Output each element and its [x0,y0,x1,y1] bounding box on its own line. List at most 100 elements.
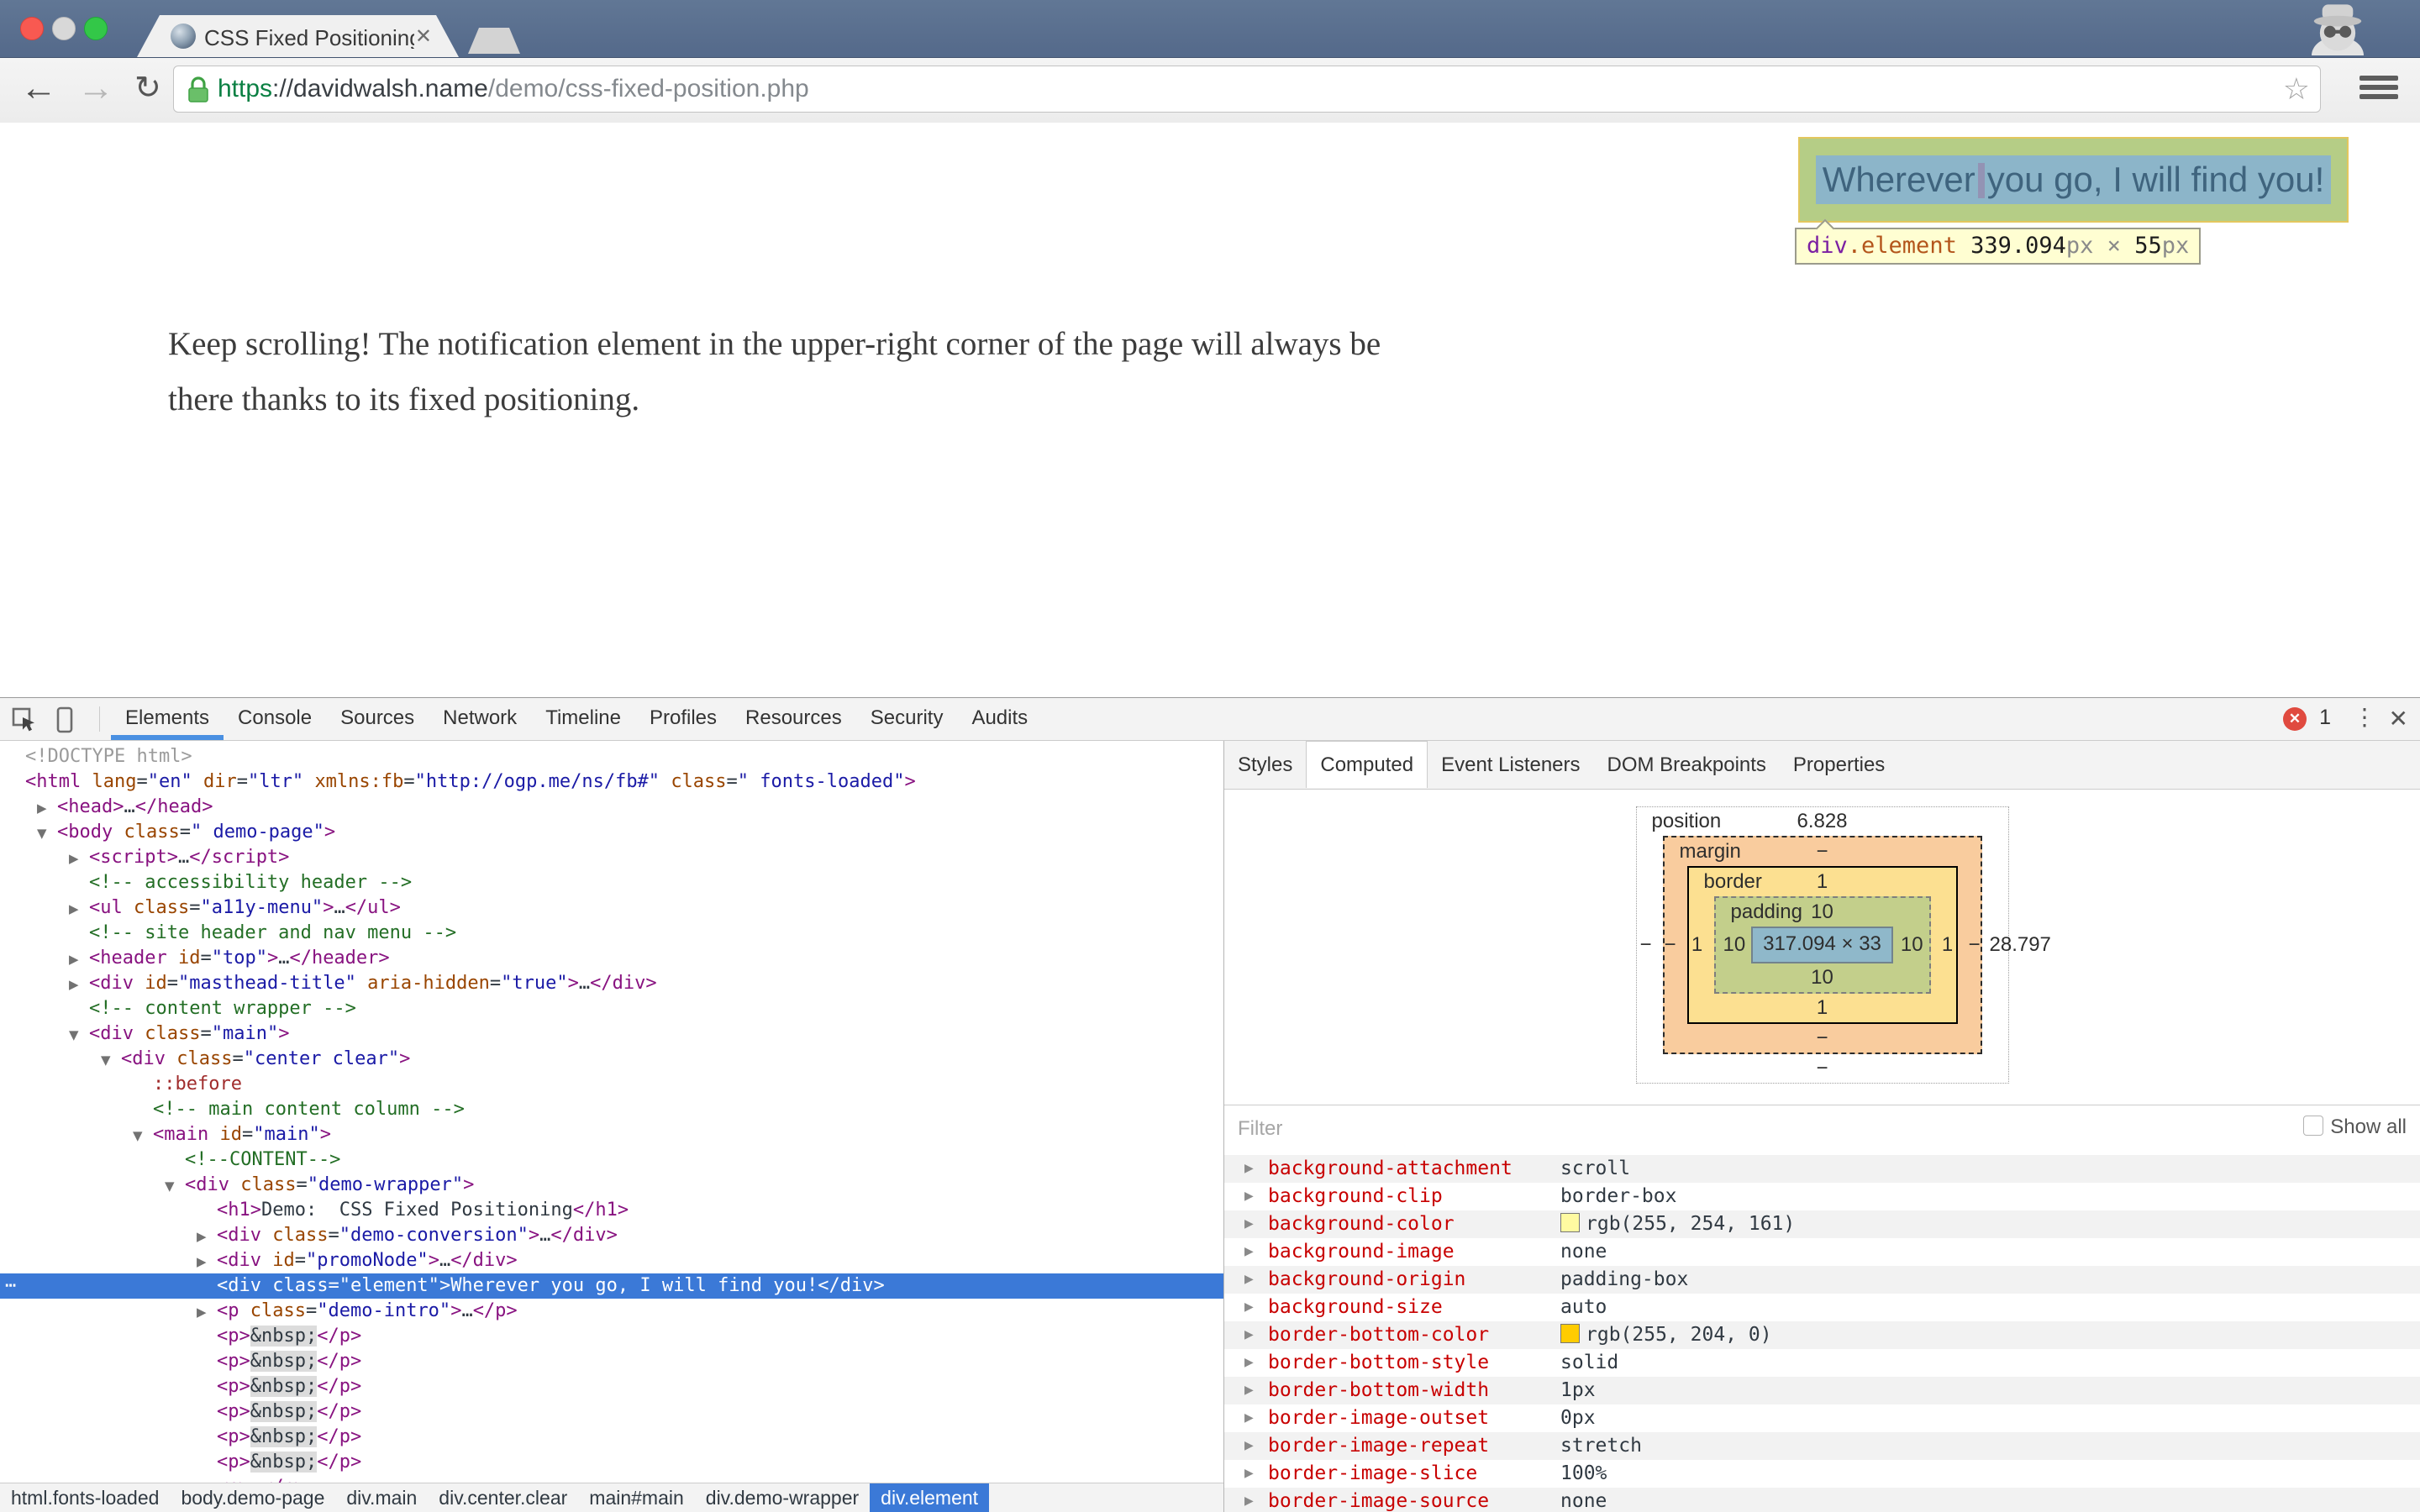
devtools-tab-profiles[interactable]: Profiles [635,698,731,735]
forward-button[interactable]: → [77,65,114,112]
breadcrumb-item[interactable]: div.main [335,1483,428,1512]
expand-arrow-icon[interactable]: ▶ [1244,1183,1254,1210]
computed-property-row[interactable]: ▶background-attachmentscroll [1224,1155,2420,1183]
computed-property-row[interactable]: ▶background-clipborder-box [1224,1183,2420,1210]
box-model-content[interactable]: 317.094 × 33 [1751,927,1893,963]
expand-arrow-icon[interactable]: ▶ [66,947,89,972]
computed-property-row[interactable]: ▶border-image-sourcenone [1224,1488,2420,1512]
tree-row[interactable]: <!DOCTYPE html> [0,744,1223,769]
expand-arrow-icon[interactable]: ▶ [193,1249,217,1274]
expand-arrow-icon[interactable]: ▶ [1244,1321,1254,1349]
devtools-tab-timeline[interactable]: Timeline [531,698,635,735]
tree-row[interactable]: ▼<div class="center clear"> [0,1047,1223,1072]
tree-row[interactable]: <!-- site header and nav menu --> [0,921,1223,946]
tree-row[interactable]: ▶<head>…</head> [0,795,1223,820]
tree-row[interactable]: ▼<body class=" demo-page"> [0,820,1223,845]
devtools-tab-security[interactable]: Security [856,698,958,735]
tree-row[interactable]: <!-- main content column --> [0,1097,1223,1122]
sidebar-tab-dom-breakpoints[interactable]: DOM Breakpoints [1594,742,1780,789]
breadcrumb-item[interactable]: main#main [578,1483,695,1512]
tree-row[interactable]: <p>&nbsp;</p> [0,1374,1223,1399]
computed-property-row[interactable]: ▶background-colorrgb(255, 254, 161) [1224,1210,2420,1238]
collapse-arrow-icon[interactable]: ▼ [34,821,57,846]
tree-row[interactable]: <p>&nbsp;</p> [0,1399,1223,1425]
fullscreen-window-button[interactable] [84,17,108,40]
tree-row[interactable]: ▶<div id="masthead-title" aria-hidden="t… [0,971,1223,996]
tree-row[interactable]: ▼<div class="main"> [0,1021,1223,1047]
browser-menu-icon[interactable] [2360,71,2398,103]
https-lock-icon[interactable] [186,76,211,108]
expand-arrow-icon[interactable]: ▶ [1244,1432,1254,1460]
tree-row[interactable]: <!-- accessibility header --> [0,870,1223,895]
tree-row[interactable]: ▶<p class="demo-intro">…</p> [0,1299,1223,1324]
tree-row[interactable]: <h1>Demo: CSS Fixed Positioning</h1> [0,1198,1223,1223]
expand-arrow-icon[interactable]: ▶ [1244,1377,1254,1404]
collapse-arrow-icon[interactable]: ▼ [97,1047,121,1073]
inspect-element-icon[interactable] [10,706,37,737]
row-overflow-icon[interactable]: ⋯ [5,1273,14,1299]
show-all-toggle[interactable]: Show all [2303,1116,2407,1139]
device-toolbar-icon[interactable] [54,706,76,738]
tree-row[interactable]: <p>&nbsp;</p> [0,1450,1223,1475]
breadcrumb-item[interactable]: div.element [870,1483,989,1512]
expand-arrow-icon[interactable]: ▶ [1244,1266,1254,1294]
bookmark-star-icon[interactable]: ☆ [2283,71,2310,107]
tree-row[interactable]: ▶<ul class="a11y-menu">…</ul> [0,895,1223,921]
close-window-button[interactable] [20,17,44,40]
tree-row[interactable]: ▼<main id="main"> [0,1122,1223,1147]
filter-input[interactable]: Filter [1238,1117,1282,1141]
computed-property-row[interactable]: ▶border-image-outset0px [1224,1404,2420,1432]
expand-arrow-icon[interactable]: ▶ [66,846,89,871]
devtools-tab-sources[interactable]: Sources [326,698,429,735]
expand-arrow-icon[interactable]: ▶ [1244,1349,1254,1377]
computed-property-row[interactable]: ▶background-originpadding-box [1224,1266,2420,1294]
reload-button[interactable]: ↻ [134,65,161,112]
devtools-tab-resources[interactable]: Resources [731,698,856,735]
expand-arrow-icon[interactable]: ▶ [1244,1460,1254,1488]
new-tab-button[interactable] [468,28,520,54]
tree-row-selected[interactable]: ⋯<div class="element">Wherever you go, I… [0,1273,1223,1299]
sidebar-tab-computed[interactable]: Computed [1306,741,1428,788]
expand-arrow-icon[interactable]: ▶ [193,1299,217,1325]
computed-property-row[interactable]: ▶background-imagenone [1224,1238,2420,1266]
collapse-arrow-icon[interactable]: ▼ [161,1173,185,1199]
expand-arrow-icon[interactable]: ▶ [66,972,89,997]
expand-arrow-icon[interactable]: ▶ [1244,1155,1254,1183]
devtools-menu-icon[interactable]: ⋮ [2353,703,2376,731]
tree-row[interactable]: ▶<header id="top">…</header> [0,946,1223,971]
expand-arrow-icon[interactable]: ▶ [1244,1238,1254,1266]
sidebar-tab-properties[interactable]: Properties [1780,742,1898,789]
devtools-close-icon[interactable]: ✕ [2389,705,2408,732]
devtools-tab-audits[interactable]: Audits [957,698,1042,735]
color-swatch-icon[interactable] [1560,1324,1580,1343]
tab-close-icon[interactable]: ✕ [415,24,432,49]
tree-row[interactable]: <html lang="en" dir="ltr" xmlns:fb="http… [0,769,1223,795]
error-badge-icon[interactable]: ✕ [2283,707,2307,731]
tree-row[interactable]: <!-- content wrapper --> [0,996,1223,1021]
breadcrumb-item[interactable]: body.demo-page [170,1483,335,1512]
computed-property-row[interactable]: ▶border-bottom-width1px [1224,1377,2420,1404]
breadcrumb-item[interactable]: div.center.clear [428,1483,578,1512]
devtools-tab-network[interactable]: Network [429,698,531,735]
tree-row[interactable]: <p>&nbsp;</p> [0,1349,1223,1374]
back-button[interactable]: ← [20,65,57,112]
tree-row[interactable]: <!--CONTENT--> [0,1147,1223,1173]
minimize-window-button[interactable] [52,17,76,40]
tree-row[interactable]: <p>&nbsp;</p> [0,1324,1223,1349]
url-bar[interactable]: https://davidwalsh.name/demo/css-fixed-p… [173,66,2321,113]
tree-row[interactable]: ::before [0,1072,1223,1097]
breadcrumb-item[interactable]: div.demo-wrapper [695,1483,870,1512]
expand-arrow-icon[interactable]: ▶ [1244,1488,1254,1512]
expand-arrow-icon[interactable]: ▶ [34,795,57,821]
expand-arrow-icon[interactable]: ▶ [1244,1404,1254,1432]
computed-property-row[interactable]: ▶border-image-repeatstretch [1224,1432,2420,1460]
computed-property-row[interactable]: ▶background-sizeauto [1224,1294,2420,1321]
expand-arrow-icon[interactable]: ▶ [1244,1210,1254,1238]
collapse-arrow-icon[interactable]: ▼ [129,1123,153,1148]
error-count[interactable]: 1 [2319,706,2331,730]
tree-row[interactable]: ▶<div class="demo-conversion">…</div> [0,1223,1223,1248]
expand-arrow-icon[interactable]: ▶ [1244,1294,1254,1321]
computed-property-row[interactable]: ▶border-bottom-stylesolid [1224,1349,2420,1377]
tree-row[interactable]: ▶<div id="promoNode">…</div> [0,1248,1223,1273]
expand-arrow-icon[interactable]: ▶ [66,896,89,921]
